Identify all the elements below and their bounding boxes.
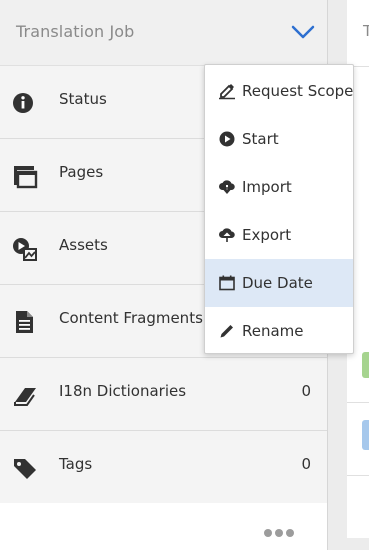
panel-header: Translation Job (0, 0, 327, 66)
row-i18n-dictionaries[interactable]: I18n Dictionaries 0 (0, 358, 327, 431)
assets-icon (13, 238, 37, 261)
pencil-icon (220, 325, 233, 338)
menu-item-label: Rename (242, 322, 304, 340)
job-actions-menu: Request Scope Start Import Export Due Da… (204, 64, 354, 354)
row-content-fragments-label: Content Fragments (59, 309, 203, 327)
menu-item-export[interactable]: Export (205, 211, 353, 259)
status-chip-blue (362, 420, 369, 450)
menu-item-label: Due Date (242, 274, 313, 292)
menu-item-request-scope[interactable]: Request Scope (205, 67, 353, 115)
row-i18n-dictionaries-label: I18n Dictionaries (59, 382, 187, 400)
document-icon (16, 311, 33, 333)
bottom-strip (347, 538, 369, 550)
row-tags[interactable]: Tags 0 (0, 431, 327, 504)
row-status-label: Status (59, 90, 107, 108)
row-i18n-dictionaries-count: 0 (301, 382, 311, 400)
right-divider (347, 475, 369, 476)
right-panel-title-initial: T (363, 22, 369, 40)
dictionary-icon (14, 388, 36, 406)
calendar-icon (219, 275, 235, 291)
cloud-upload-icon (219, 228, 235, 242)
info-icon (13, 93, 33, 113)
row-assets-label: Assets (59, 236, 108, 254)
status-chip-green (362, 352, 369, 378)
pages-icon (14, 166, 38, 189)
menu-item-label: Export (242, 226, 292, 244)
row-tags-count: 0 (301, 455, 311, 473)
row-tags-label: Tags (59, 455, 93, 473)
tag-icon (14, 459, 36, 479)
menu-item-rename[interactable]: Rename (205, 307, 353, 355)
panel-title: Translation Job (16, 22, 135, 41)
menu-item-import[interactable]: Import (205, 163, 353, 211)
menu-item-label: Import (242, 178, 292, 196)
pen-scope-icon (219, 84, 235, 100)
chevron-down-icon[interactable] (290, 23, 316, 41)
menu-item-start[interactable]: Start (205, 115, 353, 163)
play-icon (219, 131, 235, 147)
menu-item-due-date[interactable]: Due Date (205, 259, 353, 307)
row-pages-label: Pages (59, 163, 104, 181)
more-icon[interactable] (264, 522, 298, 537)
menu-item-label: Start (242, 130, 279, 148)
menu-item-label: Request Scope (242, 82, 354, 100)
cloud-download-icon (219, 180, 235, 194)
right-divider (347, 402, 369, 403)
